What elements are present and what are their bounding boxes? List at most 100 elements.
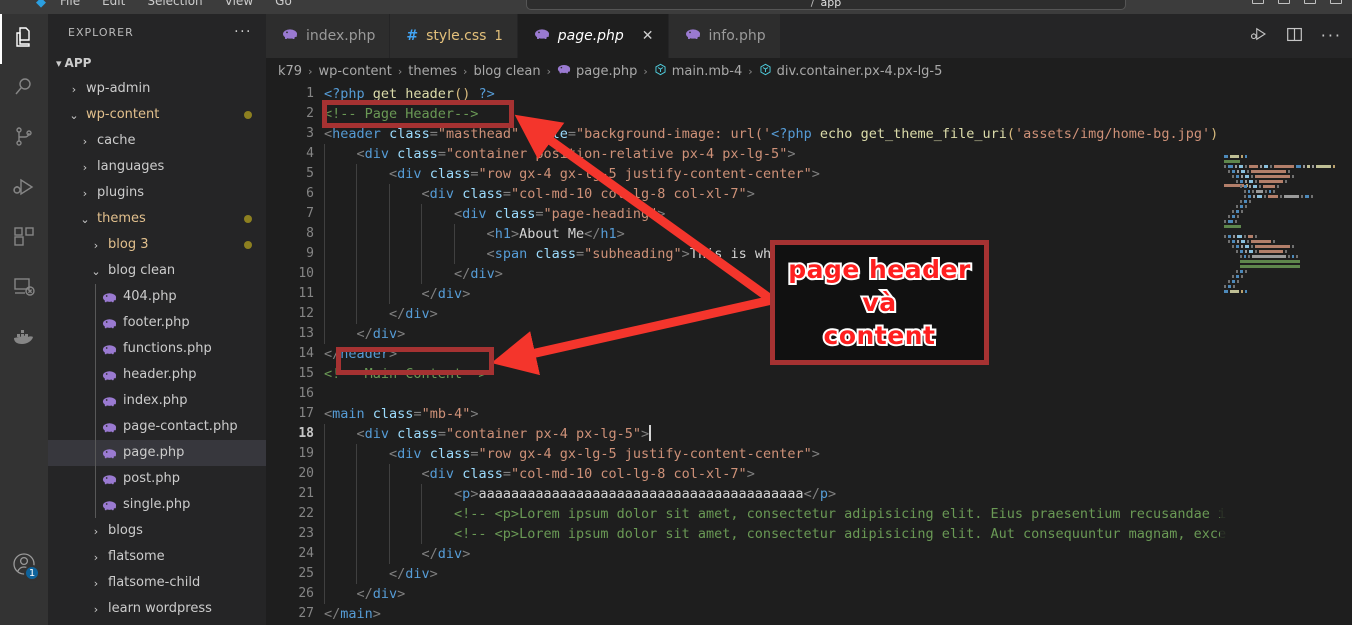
- code-line[interactable]: 27 </main>: [266, 604, 1352, 624]
- toggle-primary-sidebar-icon[interactable]: [1252, 0, 1264, 4]
- tree-item-footer-php[interactable]: footer.php: [48, 310, 266, 336]
- code-line[interactable]: 4 <div class="container position-relativ…: [266, 144, 1352, 164]
- menu-item-edit[interactable]: Edit: [102, 0, 125, 8]
- menu-item-view[interactable]: View: [225, 0, 253, 8]
- activitybar-item-docker[interactable]: [0, 314, 48, 364]
- chevron-right-icon[interactable]: ›: [89, 551, 103, 564]
- tree-item-learn-wordpress[interactable]: › learn wordpress: [48, 596, 266, 622]
- tree-item-post-php[interactable]: post.php: [48, 466, 266, 492]
- tree-item-blogs[interactable]: › blogs: [48, 518, 266, 544]
- code-line[interactable]: 6 <div class="col-md-10 col-lg-8 col-xl-…: [266, 184, 1352, 204]
- run-or-debug-icon[interactable]: [1250, 25, 1268, 47]
- explorer-more-actions-icon[interactable]: ···: [234, 25, 252, 39]
- editor-tab-info-php[interactable]: info.php: [668, 14, 781, 58]
- minimap[interactable]: [1220, 154, 1352, 625]
- tree-item-cache[interactable]: › cache: [48, 128, 266, 154]
- activitybar-item-source-control[interactable]: [0, 114, 48, 164]
- command-center-search[interactable]: / app: [526, 0, 1126, 10]
- code-line[interactable]: 24 </div>: [266, 544, 1352, 564]
- menu-item-file[interactable]: File: [60, 0, 80, 8]
- breadcrumb-item[interactable]: page.php: [557, 62, 637, 80]
- breadcrumb-item[interactable]: wp-content: [318, 64, 391, 79]
- editor-tab-label: page.php: [557, 28, 624, 44]
- tree-item-page-contact-php[interactable]: page-contact.php: [48, 414, 266, 440]
- code-line[interactable]: 21 < p> aaaaaaaaaaaaaaaaaaaaaaaaaaaaaaaaaa…: [266, 484, 1352, 504]
- menu-item-go[interactable]: Go: [275, 0, 292, 8]
- code-line-text: <!-- <p>Lorem ipsum dolor sit amet, cons…: [324, 524, 1226, 544]
- code-line[interactable]: 18 <div class="container px-4 px-lg-5">: [266, 424, 1352, 444]
- tree-item-label: cache: [97, 133, 136, 148]
- editor-tab-style-css[interactable]: # style.css 1: [390, 14, 518, 58]
- breadcrumb-item[interactable]: main.mb-4: [654, 63, 742, 80]
- activitybar-item-search[interactable]: [0, 64, 48, 114]
- tree-item-flatsome-child[interactable]: › flatsome-child: [48, 570, 266, 596]
- tree-item-functions-php[interactable]: functions.php: [48, 336, 266, 362]
- tree-item-wp-admin[interactable]: › wp-admin: [48, 76, 266, 102]
- activitybar-item-accounts[interactable]: 1: [0, 541, 48, 591]
- code-line[interactable]: 19 <div class="row gx-4 gx-lg-5 justify-…: [266, 444, 1352, 464]
- tree-item-themes[interactable]: ⌄ themes: [48, 206, 266, 232]
- split-editor-right-icon[interactable]: [1286, 26, 1303, 47]
- toggle-secondary-sidebar-icon[interactable]: [1304, 0, 1316, 4]
- breadcrumb-item[interactable]: k79: [278, 64, 302, 79]
- activitybar-item-extensions[interactable]: [0, 214, 48, 264]
- activitybar-item-explorer[interactable]: [0, 14, 48, 64]
- code-line[interactable]: 22 <!-- <p>Lorem ipsum dolor sit amet, c…: [266, 504, 1352, 524]
- chevron-right-icon[interactable]: ›: [89, 239, 103, 252]
- tree-item-plugins[interactable]: › plugins: [48, 180, 266, 206]
- line-number: 24: [298, 546, 314, 561]
- tree-item-404-php[interactable]: 404.php: [48, 284, 266, 310]
- explorer-root-section[interactable]: ▾ APP: [48, 50, 266, 76]
- tree-item-single-php[interactable]: single.php: [48, 492, 266, 518]
- chevron-right-icon[interactable]: ›: [78, 187, 92, 200]
- breadcrumb-item[interactable]: blog clean: [473, 64, 540, 79]
- code-line[interactable]: 5 <div class="row gx-4 gx-lg-5 justify-c…: [266, 164, 1352, 184]
- menu-item-selection[interactable]: Selection: [147, 0, 202, 8]
- code-line[interactable]: 17 <main class="mb-4">: [266, 404, 1352, 424]
- tree-item-languages[interactable]: › languages: [48, 154, 266, 180]
- code-token: main: [340, 606, 373, 622]
- layout-controls[interactable]: [1252, 0, 1342, 4]
- chevron-right-icon[interactable]: ›: [89, 603, 103, 616]
- menu-bar[interactable]: File Edit Selection View Go: [60, 0, 292, 8]
- tree-item-index-php[interactable]: index.php: [48, 388, 266, 414]
- tree-item-blog-clean[interactable]: ⌄ blog clean: [48, 258, 266, 284]
- customize-layout-icon[interactable]: [1330, 0, 1342, 4]
- code-line[interactable]: 16: [266, 384, 1352, 404]
- close-icon[interactable]: ✕: [642, 28, 654, 44]
- tree-item-header-php[interactable]: header.php: [48, 362, 266, 388]
- toggle-panel-icon[interactable]: [1278, 0, 1290, 4]
- more-actions-icon[interactable]: ···: [1321, 28, 1342, 44]
- editor-tab-index-php[interactable]: index.php: [266, 14, 391, 58]
- chevron-right-icon[interactable]: ›: [78, 161, 92, 174]
- breadcrumb-item[interactable]: themes: [408, 64, 457, 79]
- code-line[interactable]: 7 <div class="page-heading">: [266, 204, 1352, 224]
- activitybar-item-run-debug[interactable]: [0, 164, 48, 214]
- tree-item-blog-3[interactable]: › blog 3: [48, 232, 266, 258]
- chevron-right-icon[interactable]: ›: [78, 135, 92, 148]
- chevron-right-icon[interactable]: ›: [89, 525, 103, 538]
- docker-icon: [11, 324, 37, 354]
- chevron-down-icon: ▾: [56, 56, 62, 70]
- chevron-right-icon[interactable]: ›: [89, 577, 103, 590]
- activitybar-item-remote-explorer[interactable]: [0, 264, 48, 314]
- code-line[interactable]: 26 </div>: [266, 584, 1352, 604]
- chevron-down-icon[interactable]: ⌄: [67, 109, 81, 122]
- editor-tab-page-php[interactable]: page.php ✕: [517, 14, 669, 58]
- code-line[interactable]: 23 <!-- <p>Lorem ipsum dolor sit amet, c…: [266, 524, 1352, 544]
- chevron-down-icon[interactable]: ⌄: [78, 213, 92, 226]
- code-line[interactable]: 25 </div>: [266, 564, 1352, 584]
- code-line[interactable]: 20 <div class="col-md-10 col-lg-8 col-xl…: [266, 464, 1352, 484]
- tree-item-page-php[interactable]: page.php: [48, 440, 266, 466]
- minimap-token: [1244, 200, 1247, 203]
- minimap-token: [1240, 205, 1243, 208]
- chevron-right-icon[interactable]: ›: [67, 83, 81, 96]
- tree-item-wp-content[interactable]: ⌄ wp-content: [48, 102, 266, 128]
- breadcrumb[interactable]: k79 › wp-content › themes › blog clean › page.ph…: [266, 58, 1352, 84]
- breadcrumb-item[interactable]: div.container.px-4.px-lg-5: [759, 63, 942, 80]
- tree-item-flatsome[interactable]: › flatsome: [48, 544, 266, 570]
- chevron-down-icon[interactable]: ⌄: [89, 265, 103, 278]
